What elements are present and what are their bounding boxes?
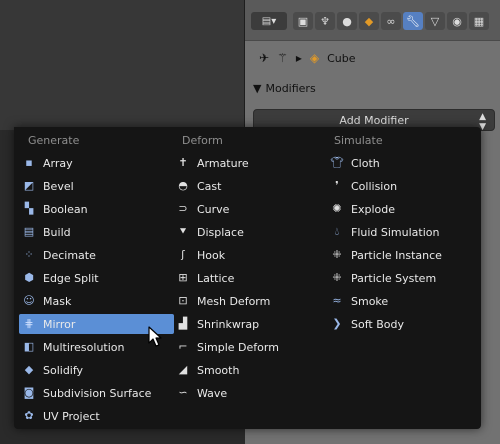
- menu-item-smoke[interactable]: ≈ Smoke: [330, 291, 475, 311]
- add-modifier-label: Add Modifier: [339, 113, 409, 127]
- boolean-icon: ▚: [24, 202, 34, 215]
- wrench-icon: 🔧︎: [406, 14, 420, 28]
- menu-item-solidify[interactable]: ◆ Solidify: [22, 360, 172, 380]
- tab-data[interactable]: ▽: [425, 12, 445, 30]
- solidify-icon: ◆: [24, 363, 34, 376]
- object-icon: ◆: [364, 14, 374, 28]
- tab-material[interactable]: ◉: [447, 12, 467, 30]
- menu-item-build[interactable]: ▤ Build: [22, 222, 172, 242]
- menu-item-uv-project[interactable]: ✿ UV Project: [22, 406, 172, 426]
- editor-type-icon: ▤▾: [261, 15, 277, 27]
- 3d-viewport[interactable]: [0, 0, 245, 130]
- menu-item-boolean[interactable]: ▚ Boolean: [22, 199, 172, 219]
- array-icon: ▪: [25, 156, 33, 169]
- menu-item-array[interactable]: ▪ Array: [22, 153, 172, 173]
- column-header: Generate: [28, 134, 80, 147]
- wave-icon: ∽: [178, 386, 188, 399]
- cast-icon: ◓: [178, 179, 188, 192]
- scene-icon: ♆: [320, 14, 330, 28]
- menu-item-explode[interactable]: ✺ Explode: [330, 199, 475, 219]
- add-modifier-menu: Generate ▪ Array ◩ Bevel ▚ Boolean ▤ Build ⁘…: [14, 127, 481, 429]
- soft-body-icon: ❯: [332, 317, 342, 330]
- mesh-data-icon: ▽: [430, 14, 440, 28]
- menu-item-fluid-simulation[interactable]: 💧︎ Fluid Simulation: [330, 222, 475, 242]
- material-icon: ◉: [452, 14, 462, 28]
- uv-project-icon: ✿: [24, 409, 34, 422]
- constraint-icon: ∞: [386, 14, 396, 28]
- breadcrumb: ✈ ⚚ ▸ ◈ Cube: [259, 50, 356, 66]
- menu-item-soft-body[interactable]: ❯ Soft Body: [330, 314, 475, 334]
- fluid-simulation-icon: 💧︎: [334, 225, 340, 238]
- menu-item-wave[interactable]: ∽ Wave: [176, 383, 326, 403]
- tab-modifiers[interactable]: 🔧︎: [403, 12, 423, 30]
- camera-icon: ▣: [297, 14, 309, 28]
- subdivision-surface-icon: ◙: [23, 386, 35, 399]
- modifiers-panel-title: Modifiers: [265, 82, 316, 95]
- tab-scene[interactable]: ♆: [315, 12, 335, 30]
- chevron-right-icon: ▸: [295, 51, 302, 65]
- menu-item-decimate[interactable]: ⁘ Decimate: [22, 245, 172, 265]
- cube-icon: ◈: [309, 51, 320, 65]
- properties-header: ▤▾ ▣ ♆ ● ◆ ∞ 🔧︎ ▽ ◉ ▦: [245, 0, 500, 41]
- smoke-icon: ≈: [332, 294, 342, 307]
- editor-type-button[interactable]: ▤▾: [251, 12, 287, 30]
- lattice-icon: ⊞: [178, 271, 188, 284]
- smooth-icon: ◢: [178, 363, 188, 376]
- pin-icon[interactable]: ✈: [259, 51, 269, 65]
- modifiers-panel-header[interactable]: ▼ Modifiers: [253, 82, 316, 95]
- explode-icon: ✺: [332, 202, 342, 215]
- triangle-down-icon: ▼: [253, 82, 262, 95]
- armature-icon: ✝: [178, 156, 188, 169]
- particle-instance-icon: ⁜: [332, 248, 342, 261]
- menu-item-subdivision-surface[interactable]: ◙ Subdivision Surface: [22, 383, 172, 403]
- texture-icon: ▦: [473, 14, 485, 28]
- breadcrumb-object-label: Cube: [327, 51, 356, 65]
- menu-item-bevel[interactable]: ◩ Bevel: [22, 176, 172, 196]
- displace-icon: ⯆: [178, 225, 188, 238]
- mesh-deform-icon: ⊡: [178, 294, 188, 307]
- tab-texture[interactable]: ▦: [469, 12, 489, 30]
- bevel-icon: ◩: [23, 179, 35, 192]
- menu-item-displace[interactable]: ⯆ Displace: [176, 222, 326, 242]
- menu-item-mask[interactable]: ☺ Mask: [22, 291, 172, 311]
- menu-item-smooth[interactable]: ◢ Smooth: [176, 360, 326, 380]
- curve-icon: ⊃: [178, 202, 188, 215]
- menu-item-hook[interactable]: ʃ Hook: [176, 245, 326, 265]
- mirror-icon: ⋕: [24, 317, 34, 330]
- tab-object[interactable]: ◆: [359, 12, 379, 30]
- simple-deform-icon: ⌐: [178, 340, 188, 353]
- cloth-icon: 👕︎: [330, 156, 344, 169]
- menu-item-shrinkwrap[interactable]: ▟ Shrinkwrap: [176, 314, 326, 334]
- menu-item-particle-instance[interactable]: ⁜ Particle Instance: [330, 245, 475, 265]
- build-icon: ▤: [23, 225, 35, 238]
- scene-object-icon: ⚚: [277, 51, 288, 65]
- column-header: Simulate: [334, 134, 383, 147]
- particle-system-icon: ⁜: [332, 271, 342, 284]
- mask-icon: ☺: [23, 294, 35, 307]
- menu-item-collision[interactable]: ❜ Collision: [330, 176, 475, 196]
- multiresolution-icon: ◧: [23, 340, 35, 353]
- edge-split-icon: ⬢: [24, 271, 34, 284]
- shrinkwrap-icon: ▟: [178, 317, 188, 330]
- menu-item-cast[interactable]: ◓ Cast: [176, 176, 326, 196]
- tab-constraints[interactable]: ∞: [381, 12, 401, 30]
- menu-item-cloth[interactable]: 👕︎ Cloth: [330, 153, 475, 173]
- mouse-cursor-icon: [148, 326, 162, 347]
- column-header: Deform: [182, 134, 223, 147]
- decimate-icon: ⁘: [24, 248, 34, 261]
- menu-item-armature[interactable]: ✝ Armature: [176, 153, 326, 173]
- world-icon: ●: [342, 14, 352, 28]
- collision-icon: ❜: [335, 179, 339, 192]
- menu-item-curve[interactable]: ⊃ Curve: [176, 199, 326, 219]
- tab-render[interactable]: ▣: [293, 12, 313, 30]
- menu-item-lattice[interactable]: ⊞ Lattice: [176, 268, 326, 288]
- menu-item-particle-system[interactable]: ⁜ Particle System: [330, 268, 475, 288]
- hook-icon: ʃ: [181, 248, 185, 261]
- menu-item-edge-split[interactable]: ⬢ Edge Split: [22, 268, 172, 288]
- tab-world[interactable]: ●: [337, 12, 357, 30]
- menu-item-mesh-deform[interactable]: ⊡ Mesh Deform: [176, 291, 326, 311]
- menu-item-simple-deform[interactable]: ⌐ Simple Deform: [176, 337, 326, 357]
